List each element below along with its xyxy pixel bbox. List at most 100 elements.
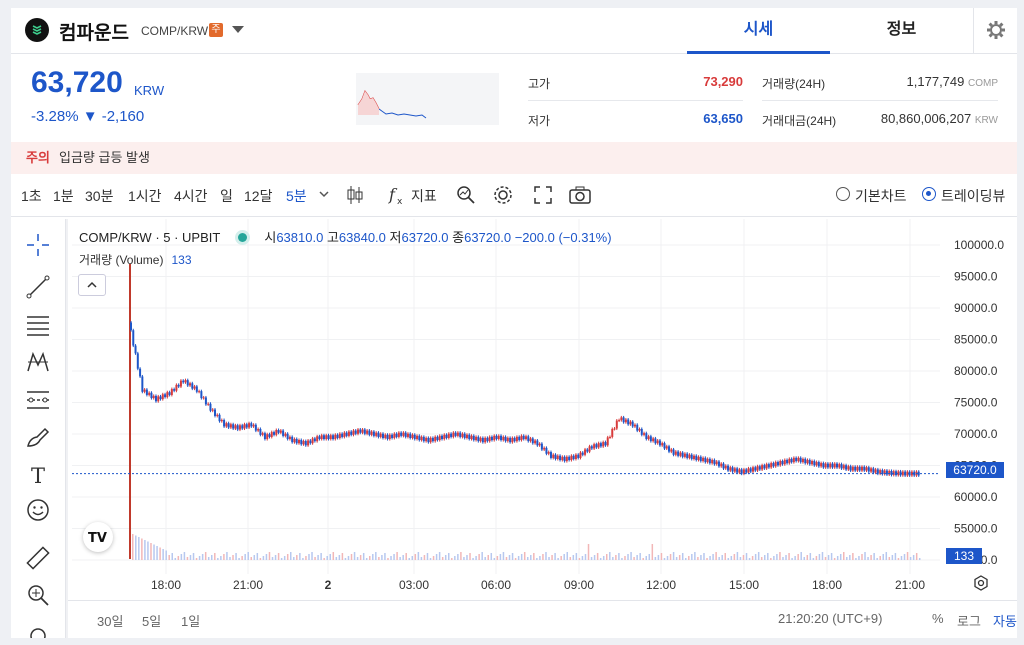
interval-30m[interactable]: 30분: [85, 186, 113, 206]
candle: [549, 452, 552, 458]
magnet-icon[interactable]: [25, 623, 51, 638]
brush-icon[interactable]: [25, 424, 51, 450]
sparkline: [356, 73, 499, 125]
smiley-icon[interactable]: [25, 497, 51, 523]
volume-bar: [375, 552, 377, 560]
y-tick-label: 60000.0: [954, 490, 998, 504]
camera-icon[interactable]: [568, 184, 592, 206]
candle: [152, 395, 155, 399]
candle: [838, 464, 841, 468]
candle: [195, 386, 198, 392]
y-tick-label: 80000.0: [954, 364, 998, 378]
interval-1m[interactable]: 1분: [53, 186, 74, 206]
volume-bar: [180, 554, 183, 560]
candle: [797, 457, 800, 462]
candle: [854, 466, 857, 471]
basic-chart-radio[interactable]: [836, 187, 850, 201]
trendline-icon[interactable]: [25, 274, 51, 300]
interval-5m[interactable]: 5분: [286, 186, 307, 206]
volume-bar: [560, 556, 562, 560]
chevron-down-icon[interactable]: [232, 26, 244, 33]
volume-bar: [882, 554, 884, 560]
candle: [813, 460, 816, 466]
tradingview-logo[interactable]: TV: [83, 522, 113, 552]
candle: [538, 443, 541, 446]
candle: [845, 465, 848, 470]
auto-toggle[interactable]: 자동: [993, 611, 1017, 630]
candle: [400, 432, 403, 436]
pattern-icon[interactable]: [25, 349, 51, 375]
volume-bar: [906, 552, 909, 560]
volume-bar: [217, 558, 219, 560]
tab-price[interactable]: 시세: [687, 8, 830, 54]
range-30d[interactable]: 30일: [97, 611, 123, 630]
notice-tag: 주의: [26, 150, 50, 165]
volume-bar: [545, 552, 547, 560]
text-tool-icon[interactable]: T: [25, 462, 51, 488]
collapse-legend-button[interactable]: [78, 274, 106, 296]
measure-lines-icon[interactable]: [25, 387, 51, 413]
tradingview-radio[interactable]: [922, 187, 936, 201]
volume-bar: [721, 555, 723, 560]
candle: [161, 394, 164, 400]
volume-bar: [463, 557, 465, 560]
magnifier-alert-icon[interactable]: [455, 184, 477, 206]
candle: [350, 431, 353, 435]
range-1d[interactable]: 1일: [181, 611, 200, 630]
function-icon[interactable]: fx: [387, 184, 405, 206]
ruler-icon[interactable]: [25, 545, 51, 571]
candlestick-icon[interactable]: [346, 184, 364, 206]
volume-bar: [788, 553, 790, 560]
settings-icon[interactable]: [972, 574, 990, 592]
interval-1h[interactable]: 1시간: [128, 186, 162, 206]
candle: [645, 433, 648, 440]
interval-1s[interactable]: 1초: [21, 186, 42, 206]
interval-4h[interactable]: 4시간: [174, 186, 208, 206]
candle: [708, 458, 711, 464]
candle: [874, 469, 877, 473]
candle: [338, 433, 341, 438]
zoom-in-icon[interactable]: [25, 582, 51, 608]
volume-bar: [773, 556, 775, 560]
price-chart[interactable]: 100000.0 95000.0 90000.0 85000.0 80000.0 7500…: [68, 219, 1017, 600]
fullscreen-icon[interactable]: [532, 184, 554, 206]
tab-info[interactable]: 정보: [830, 8, 973, 52]
volume-bar: [238, 558, 240, 560]
gear-icon[interactable]: [492, 184, 514, 206]
candle: [475, 436, 478, 441]
volume-bar: [204, 552, 207, 560]
candle: [472, 435, 475, 441]
app-window: 컴파운드 COMP/KRW 주 시세 정보 63,720 KRW -3.28% …: [11, 8, 1017, 638]
crosshair-icon[interactable]: [25, 232, 51, 258]
volume-bar: [833, 558, 836, 560]
basic-chart-label[interactable]: 기본차트: [855, 186, 907, 206]
log-toggle[interactable]: 로그: [957, 611, 981, 630]
candlestick-chart[interactable]: 100000.0 95000.0 90000.0 85000.0 80000.0 7500…: [68, 219, 1017, 600]
interval-day[interactable]: 일: [220, 186, 233, 206]
candle: [164, 394, 167, 398]
volume-bar: [496, 556, 499, 560]
candle: [688, 454, 691, 458]
chevron-down-icon[interactable]: [319, 191, 329, 199]
range-5d[interactable]: 5일: [142, 611, 161, 630]
volume-label: 거래량(24H): [762, 77, 826, 91]
amount-value: 80,860,006,207 KRW: [880, 111, 998, 126]
candle: [413, 434, 416, 440]
candle: [640, 428, 643, 435]
volume-bar: [429, 558, 432, 560]
coin-name[interactable]: 컴파운드: [59, 18, 129, 45]
percent-toggle[interactable]: %: [932, 611, 944, 626]
candle: [608, 436, 611, 438]
gear-icon[interactable]: [973, 8, 1017, 53]
candle: [534, 440, 537, 444]
volume-bar: [864, 552, 866, 560]
fib-lines-icon[interactable]: [25, 312, 51, 338]
volume-bar: [317, 555, 319, 560]
candle: [856, 466, 859, 471]
volume-bar: [478, 554, 480, 560]
indicator-button[interactable]: 지표: [411, 186, 437, 206]
tradingview-label[interactable]: 트레이딩뷰: [941, 186, 1005, 206]
clock[interactable]: 21:20:20 (UTC+9): [778, 611, 882, 626]
candle: [150, 392, 153, 399]
interval-12month[interactable]: 12달: [244, 186, 272, 206]
